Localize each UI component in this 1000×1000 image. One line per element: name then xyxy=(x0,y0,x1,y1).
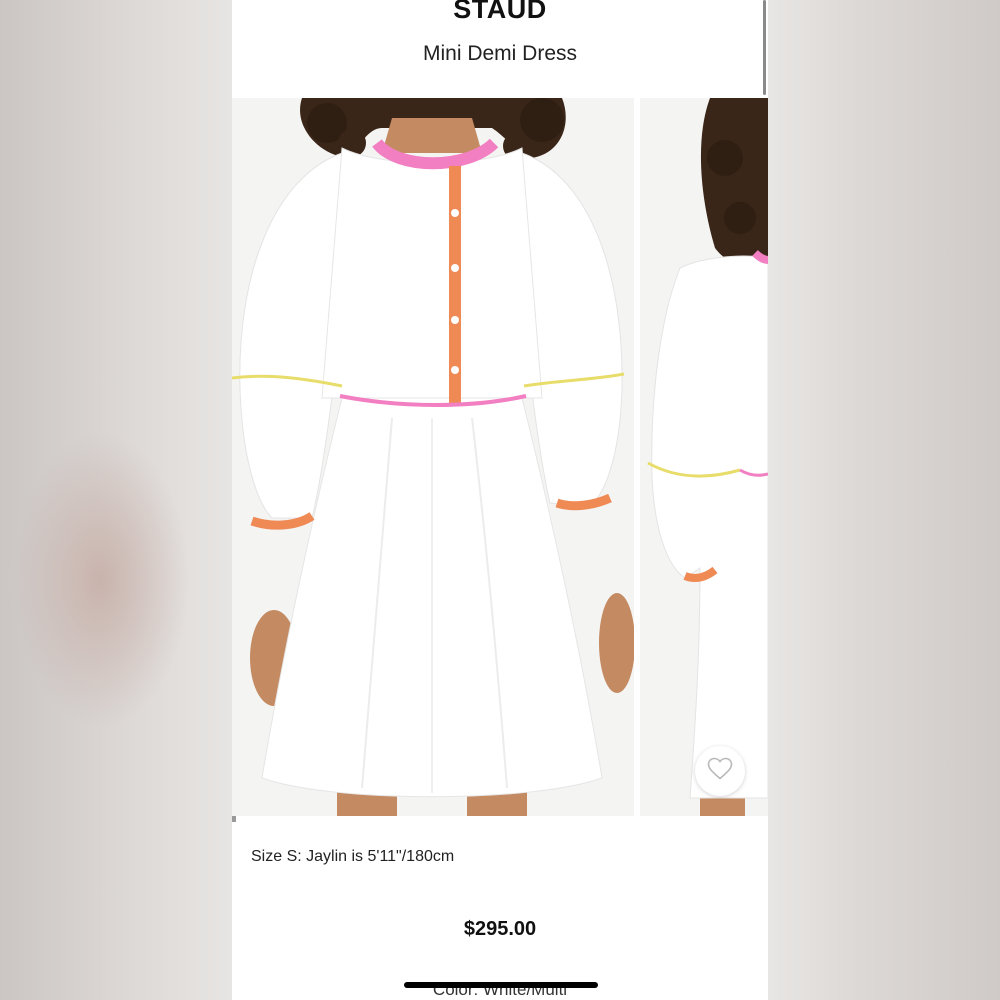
product-screen: STAUD Mini Demi Dress Size S: Jaylin is … xyxy=(232,0,768,1000)
background-left xyxy=(0,0,232,1000)
model-size-info: Size S: Jaylin is 5'11"/180cm xyxy=(251,848,455,865)
background-right xyxy=(768,0,1000,1000)
heart-outline-icon xyxy=(707,757,733,786)
product-image-side[interactable] xyxy=(640,98,768,816)
brand-name[interactable]: STAUD xyxy=(232,0,768,25)
product-image-front[interactable] xyxy=(232,98,634,816)
home-indicator[interactable] xyxy=(404,982,598,988)
product-price: $295.00 xyxy=(463,918,537,940)
product-title: Mini Demi Dress xyxy=(422,42,577,65)
wishlist-button[interactable] xyxy=(695,746,745,796)
background-blur xyxy=(10,430,190,730)
gallery-position-marker xyxy=(232,816,236,822)
product-image-gallery[interactable] xyxy=(232,98,768,816)
